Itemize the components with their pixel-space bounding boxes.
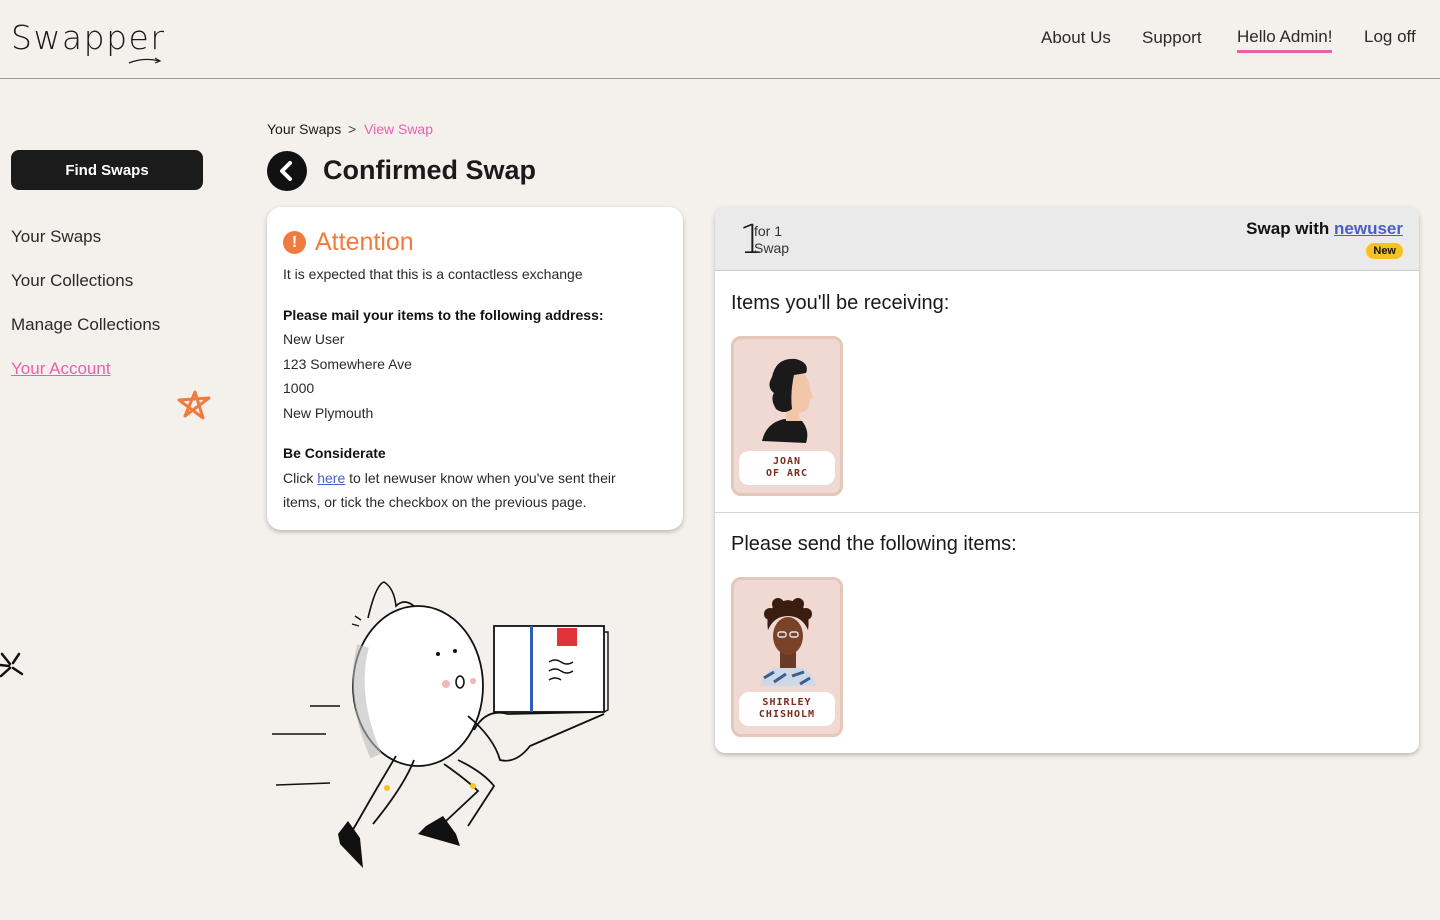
sending-item-name-line1: SHIRLEY xyxy=(762,697,812,708)
receiving-item-name-line2: OF ARC xyxy=(765,468,809,479)
nav-about-us[interactable]: About Us xyxy=(1041,28,1111,48)
sending-title: Please send the following items: xyxy=(731,533,1017,555)
receiving-title: Items you'll be receiving: xyxy=(731,292,950,314)
back-button[interactable] xyxy=(267,151,307,191)
find-swaps-button[interactable]: Find Swaps xyxy=(11,150,203,190)
receiving-item-label: JOAN OF ARC xyxy=(739,451,835,485)
attention-subtitle: It is expected that this is a contactles… xyxy=(283,266,583,282)
star-doodle-icon xyxy=(177,390,211,420)
considerate-text-after: to let newuser know when you've sent the… xyxy=(345,470,616,486)
attention-card: ! Attention It is expected that this is … xyxy=(267,207,683,530)
breadcrumb-separator: > xyxy=(348,121,357,137)
considerate-text: Click here to let newuser know when you'… xyxy=(283,470,616,486)
logo-swoosh-icon xyxy=(128,57,162,64)
nav-support[interactable]: Support xyxy=(1142,28,1202,48)
swap-header: 1 for 1 Swap Swap with newuser New xyxy=(715,207,1419,271)
address-line-name: New User xyxy=(283,331,345,347)
ratio-label: Swap xyxy=(754,240,790,256)
address-line-city: New Plymouth xyxy=(283,405,374,421)
ratio-for: for 1 xyxy=(754,223,783,239)
sidebar-item-your-account[interactable]: Your Account xyxy=(11,359,111,379)
exclamation-icon: ! xyxy=(283,231,306,254)
nav-hello-admin[interactable]: Hello Admin! xyxy=(1237,27,1333,53)
considerate-heading: Be Considerate xyxy=(283,445,386,461)
considerate-text-line2: items, or tick the checkbox on the previ… xyxy=(283,494,587,510)
nav-log-off[interactable]: Log off xyxy=(1364,27,1416,47)
considerate-text-before: Click xyxy=(283,470,318,486)
ratio-text: for 1 Swap xyxy=(754,223,789,257)
sending-item-card[interactable]: SHIRLEY CHISHOLM xyxy=(731,577,843,737)
shirley-chisholm-portrait xyxy=(760,598,816,686)
joan-of-arc-portrait xyxy=(762,358,814,443)
attention-title: Attention xyxy=(315,228,414,256)
address-line-street: 123 Somewhere Ave xyxy=(283,356,412,372)
receiving-item-card[interactable]: JOAN OF ARC xyxy=(731,336,843,496)
section-divider xyxy=(715,512,1419,513)
address-line-postcode: 1000 xyxy=(283,380,315,396)
new-badge: New xyxy=(1366,243,1403,259)
breadcrumb-view-swap: View Swap xyxy=(364,121,434,137)
sparkle-doodle-icon xyxy=(0,652,24,678)
swap-partner-link[interactable]: newuser xyxy=(1334,219,1403,238)
chevron-left-icon xyxy=(280,161,292,181)
receiving-item-name-line1: JOAN xyxy=(772,456,802,467)
page-title: Confirmed Swap xyxy=(323,155,537,185)
sending-item-label: SHIRLEY CHISHOLM xyxy=(739,692,835,726)
swap-with-text: Swap with newuser xyxy=(1246,219,1403,239)
mail-heading: Please mail your items to the following … xyxy=(283,307,604,323)
swap-details-card: 1 for 1 Swap Swap with newuser New Items… xyxy=(715,207,1419,753)
top-header: Swapper About Us Support Hello Admin! Lo… xyxy=(0,0,1440,79)
sent-notice-link[interactable]: here xyxy=(317,470,345,486)
swapper-logo[interactable]: Swapper xyxy=(11,18,165,57)
swap-with-prefix: Swap with xyxy=(1246,219,1335,238)
sidebar-item-your-collections[interactable]: Your Collections xyxy=(11,271,133,291)
sending-item-name-line2: CHISHOLM xyxy=(758,709,816,720)
sidebar-item-your-swaps[interactable]: Your Swaps xyxy=(11,227,101,247)
delivery-character-illustration xyxy=(272,581,609,868)
sidebar-item-manage-collections[interactable]: Manage Collections xyxy=(11,315,160,335)
breadcrumb-your-swaps[interactable]: Your Swaps xyxy=(267,121,341,137)
